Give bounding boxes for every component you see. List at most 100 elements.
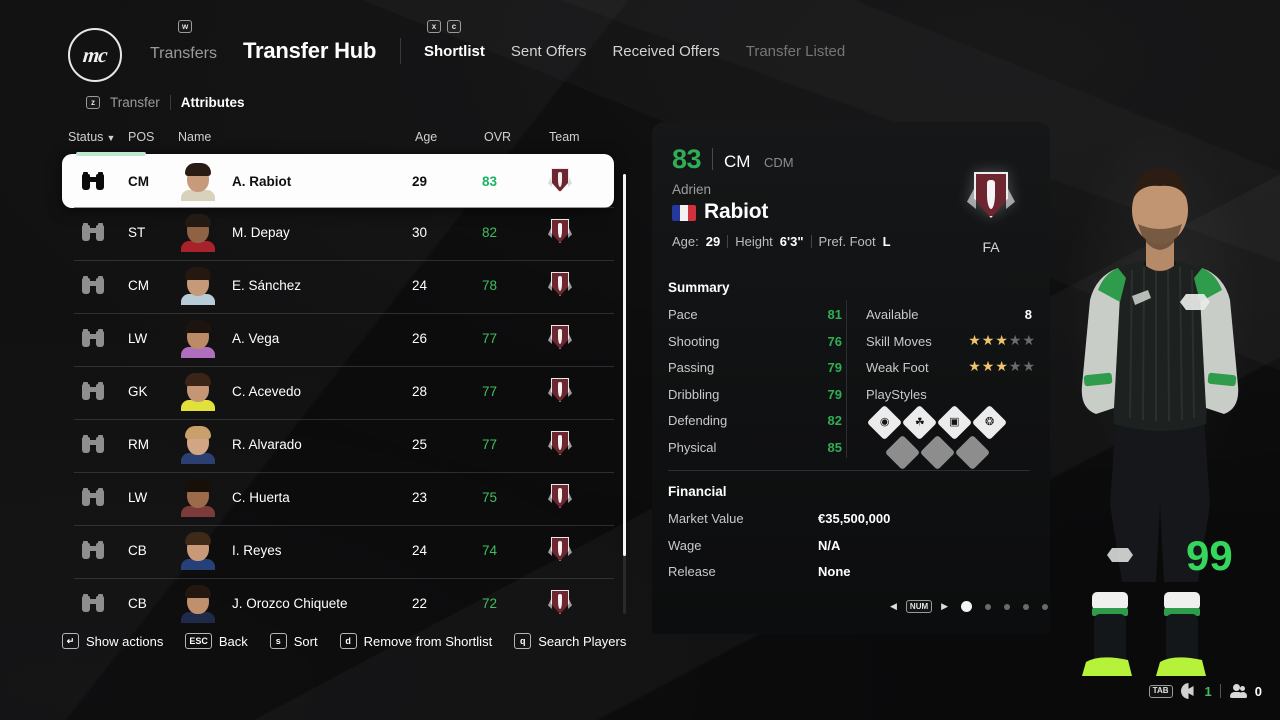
financial-divider xyxy=(668,470,1030,471)
table-row[interactable]: CB I. Reyes 24 74 xyxy=(62,526,614,574)
table-row[interactable]: ST M. Depay 30 82 xyxy=(62,208,614,256)
action-item[interactable]: ↵ Show actions xyxy=(62,633,163,649)
action-item[interactable]: s Sort xyxy=(269,633,318,649)
player-face-thumbnail xyxy=(178,212,218,252)
financial-row: Wage N/A xyxy=(668,535,1030,562)
table-row[interactable]: CB J. Orozco Chiquete 22 72 xyxy=(62,579,614,627)
detail-first-name: Adrien xyxy=(672,182,712,197)
tab-transfer-listed[interactable]: Transfer Listed xyxy=(746,43,846,60)
action-key[interactable]: ESC xyxy=(185,633,212,649)
row-ovr: 72 xyxy=(482,595,498,611)
table-row[interactable]: GK C. Acevedo 28 77 xyxy=(62,367,614,415)
action-key[interactable]: ↵ xyxy=(62,633,79,649)
subnav-item-attributes[interactable]: Attributes xyxy=(181,95,245,110)
action-key[interactable]: d xyxy=(339,633,357,649)
people-icon[interactable] xyxy=(1229,684,1247,698)
player-list[interactable]: CM A. Rabiot 29 83 ST M. Depay 30 82 CM E. Sánche… xyxy=(62,152,624,634)
row-ovr: 74 xyxy=(482,542,498,558)
financial-label: Wage xyxy=(668,537,702,553)
row-status[interactable] xyxy=(82,261,104,309)
table-row[interactable]: CM E. Sánchez 24 78 xyxy=(62,261,614,309)
scrollbar-thumb[interactable] xyxy=(623,174,626,556)
binoculars-icon xyxy=(82,382,104,400)
action-item[interactable]: q Search Players xyxy=(514,633,626,649)
player-face-thumbnail xyxy=(178,530,218,570)
column-header-ovr[interactable]: OVR xyxy=(484,130,511,144)
column-header-team[interactable]: Team xyxy=(549,130,580,144)
row-age: 28 xyxy=(412,383,428,399)
team-crest-icon xyxy=(548,589,572,617)
row-status[interactable] xyxy=(82,579,104,627)
row-ovr: 77 xyxy=(482,436,498,452)
table-row-selected[interactable]: CM A. Rabiot 29 83 xyxy=(62,152,614,208)
row-name: C. Acevedo xyxy=(232,383,302,399)
column-header-pos[interactable]: POS xyxy=(128,130,154,144)
row-face xyxy=(178,154,218,208)
tab-sent-offers[interactable]: Sent Offers xyxy=(511,43,587,60)
summary-vertical-divider xyxy=(846,300,847,458)
row-position: CM xyxy=(128,173,149,189)
row-team xyxy=(548,526,572,574)
keycap-w[interactable]: w xyxy=(178,20,193,33)
row-team xyxy=(548,314,572,362)
team-crest-icon xyxy=(548,377,572,405)
tab-received-offers[interactable]: Received Offers xyxy=(612,43,719,60)
intercept-icon[interactable]: ▣ xyxy=(936,404,973,441)
player-face-thumbnail xyxy=(178,583,218,623)
detail-overall-rating: 83 xyxy=(672,144,702,174)
row-status[interactable] xyxy=(82,208,104,256)
row-status[interactable] xyxy=(82,526,104,574)
speaker-icon[interactable] xyxy=(1180,683,1197,699)
detail-club-status: FA xyxy=(982,239,1000,255)
keycap-num[interactable]: NUM xyxy=(905,600,933,613)
row-position: LW xyxy=(128,489,148,505)
pager-dot[interactable] xyxy=(961,601,973,612)
action-label: Search Players xyxy=(538,633,627,649)
row-status[interactable] xyxy=(82,154,104,208)
foot-label: Pref. Foot xyxy=(818,234,876,249)
subnav-item-transfer[interactable]: Transfer xyxy=(110,95,160,110)
binoculars-icon xyxy=(82,276,104,294)
row-status[interactable] xyxy=(82,367,104,415)
height-value: 6'3" xyxy=(779,234,804,249)
row-status[interactable] xyxy=(82,473,104,521)
pager-dot[interactable] xyxy=(985,603,992,610)
table-row[interactable]: RM R. Alvarado 25 77 xyxy=(62,420,614,468)
anticipate-icon[interactable]: ◉ xyxy=(866,404,903,441)
row-name: J. Orozco Chiquete xyxy=(232,595,348,611)
breadcrumb: Transfers Transfer Hub xyxy=(150,38,376,64)
financial-row: Release None xyxy=(668,561,1030,588)
table-row[interactable]: LW A. Vega 26 77 xyxy=(62,314,614,362)
row-name: A. Vega xyxy=(232,330,280,346)
table-row[interactable]: LW C. Huerta 23 75 xyxy=(62,473,614,521)
empty-playstyle-icon xyxy=(954,434,991,471)
row-position: CB xyxy=(128,542,147,558)
keycap-x[interactable]: x xyxy=(427,20,441,33)
pinged-pass-icon[interactable]: ❂ xyxy=(971,404,1008,441)
keycap-z[interactable]: z xyxy=(86,96,100,109)
row-name: R. Alvarado xyxy=(232,436,302,452)
financial-title: Financial xyxy=(668,484,727,499)
row-face xyxy=(178,420,218,468)
action-item[interactable]: d Remove from Shortlist xyxy=(339,633,492,649)
row-status[interactable] xyxy=(82,420,104,468)
column-header-age[interactable]: Age xyxy=(415,130,437,144)
action-key[interactable]: s xyxy=(269,633,287,649)
row-ovr: 78 xyxy=(482,277,498,293)
breadcrumb-parent[interactable]: Transfers xyxy=(150,45,217,63)
table-header: Status ▼ POS Name Age OVR Team xyxy=(66,130,622,150)
column-header-status[interactable]: Status ▼ xyxy=(68,130,115,144)
tab-shortlist[interactable]: Shortlist xyxy=(424,43,485,60)
keycap-c[interactable]: c xyxy=(447,20,461,33)
bruiser-icon[interactable]: ☘ xyxy=(901,404,938,441)
pager-dot[interactable] xyxy=(1004,603,1011,610)
pager-next-icon[interactable]: ▶ xyxy=(941,601,948,612)
row-team xyxy=(548,154,572,208)
pager-dot[interactable] xyxy=(1023,603,1030,610)
pager-prev-icon[interactable]: ◀ xyxy=(890,601,897,612)
column-header-name[interactable]: Name xyxy=(178,130,211,144)
action-key[interactable]: q xyxy=(514,633,532,649)
keycap-tab[interactable]: TAB xyxy=(1148,684,1173,698)
action-item[interactable]: ESC Back xyxy=(185,633,248,649)
row-status[interactable] xyxy=(82,314,104,362)
